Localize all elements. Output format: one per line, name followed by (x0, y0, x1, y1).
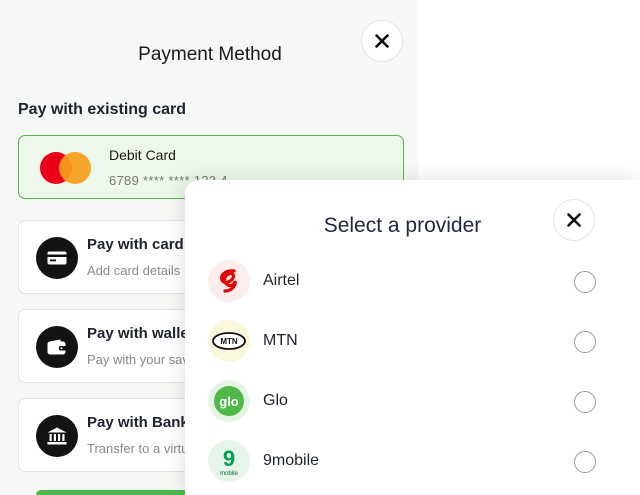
9mobile-logo-icon: 9 mobile (208, 440, 250, 482)
airtel-logo-icon (208, 260, 250, 302)
page-title: Payment Method (138, 44, 282, 65)
section-heading: Pay with existing card (18, 101, 187, 118)
svg-text:mobile: mobile (220, 471, 238, 477)
svg-text:MTN: MTN (220, 337, 238, 346)
provider-radio[interactable] (574, 271, 596, 293)
glo-logo-icon: glo (208, 380, 250, 422)
provider-radio[interactable] (574, 391, 596, 413)
mastercard-icon (40, 152, 92, 184)
mtn-logo-icon: MTN (208, 320, 250, 362)
provider-sheet: Select a provider Airtel MTN MTN glo Glo… (185, 180, 640, 495)
provider-item-9mobile[interactable]: 9 mobile 9mobile (208, 440, 603, 484)
provider-name: Glo (263, 392, 288, 409)
wallet-icon (36, 326, 78, 368)
credit-card-icon (36, 237, 78, 279)
provider-item-airtel[interactable]: Airtel (208, 260, 603, 304)
provider-name: 9mobile (263, 452, 320, 469)
option-subtitle: Add card details (87, 263, 181, 278)
provider-radio[interactable] (574, 451, 596, 473)
option-title: Pay with Bank (87, 414, 189, 431)
provider-name: Airtel (263, 272, 300, 289)
svg-text:glo: glo (219, 394, 239, 409)
card-type-label: Debit Card (109, 147, 176, 163)
provider-item-glo[interactable]: glo Glo (208, 380, 603, 424)
option-title: Pay with card (87, 236, 184, 253)
bank-icon (36, 415, 78, 457)
svg-text:9: 9 (223, 446, 235, 471)
provider-name: MTN (263, 332, 298, 349)
close-button[interactable] (553, 199, 595, 241)
provider-radio[interactable] (574, 331, 596, 353)
close-icon (375, 34, 389, 48)
option-title: Pay with wallet (87, 325, 194, 342)
provider-item-mtn[interactable]: MTN MTN (208, 320, 603, 364)
close-button[interactable] (361, 20, 403, 62)
close-icon (567, 213, 581, 227)
